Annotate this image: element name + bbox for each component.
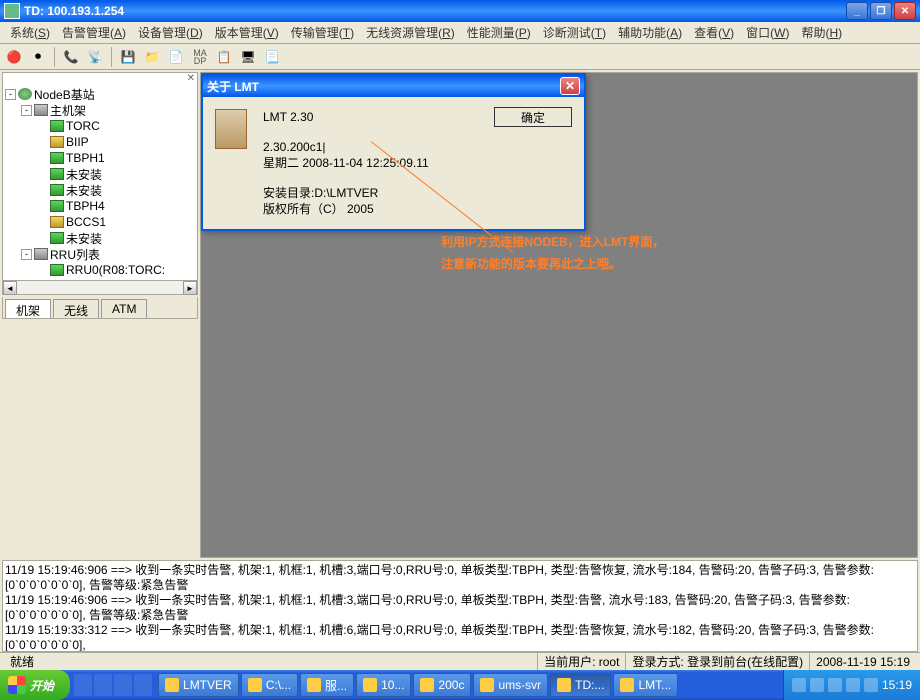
task-button[interactable]: TD:... — [550, 673, 611, 697]
menu-v[interactable]: 版本管理(V) — [209, 22, 285, 43]
about-install: 安装目录:D:\LMTVER — [263, 185, 572, 201]
start-button[interactable]: 开始 — [0, 670, 70, 700]
tree-tabs: 机架无线ATM — [2, 297, 198, 319]
tool-phone-icon[interactable]: 📞 — [61, 47, 81, 67]
tree-node[interactable]: TBPH4 — [5, 198, 195, 214]
tool-antenna-icon[interactable]: 📡 — [85, 47, 105, 67]
tree-node[interactable]: 未安装 — [5, 166, 195, 182]
tree-tab-无线[interactable]: 无线 — [53, 299, 99, 318]
content-pane: 关于 LMT ✕ LMT 2.30 2.30.200c1| 星期二 2008-1… — [200, 72, 918, 558]
task-button[interactable]: 200c — [413, 673, 471, 697]
ok-button[interactable]: 确定 — [494, 107, 572, 127]
about-version: 2.30.200c1| — [263, 139, 572, 155]
dialog-close-button[interactable]: ✕ — [560, 77, 580, 95]
tree-node[interactable]: 未安装 — [5, 230, 195, 246]
annotation-text: 利用IP方式连接NODEB，进入LMT界面， 注意新功能的版本要再此之上哦。 — [441, 231, 664, 275]
tree-node[interactable]: TORC — [5, 118, 195, 134]
tree-pane: ✕ -NodeB基站-主机架TORCBIIPTBPH1未安装未安装TBPH4BC… — [2, 72, 198, 295]
task-button[interactable]: LMT... — [613, 673, 678, 697]
menu-t[interactable]: 传输管理(T) — [285, 22, 360, 43]
task-button[interactable]: ums-svr — [473, 673, 548, 697]
task-button[interactable]: LMTVER — [158, 673, 239, 697]
minimize-button[interactable]: _ — [846, 2, 868, 20]
menu-r[interactable]: 无线资源管理(R) — [360, 22, 461, 43]
menu-a[interactable]: 辅助功能(A) — [612, 22, 688, 43]
windows-logo-icon — [8, 676, 26, 694]
app-icon — [4, 3, 20, 19]
tree-node[interactable]: BIIP — [5, 134, 195, 150]
tree-node[interactable]: -RRU列表 — [5, 246, 195, 262]
ql-icon[interactable] — [74, 674, 92, 696]
task-buttons: LMTVERC:\...服...10...200cums-svrTD:...LM… — [156, 673, 783, 697]
menu-a[interactable]: 告警管理(A) — [56, 22, 132, 43]
about-build: 星期二 2008-11-04 12:25:09.11 — [263, 155, 572, 171]
tool-page-icon[interactable]: 📃 — [262, 47, 282, 67]
restore-button[interactable]: ❐ — [870, 2, 892, 20]
tool-disconnect-icon[interactable]: 🔴 — [4, 47, 24, 67]
ql-icon[interactable] — [94, 674, 112, 696]
toolbar: 🔴 ⏺ 📞 📡 💾 📁 📄 MADP 📋 🖥 📃 — [0, 44, 920, 70]
status-user: 当前用户: root — [537, 653, 625, 670]
pane-close-icon[interactable]: ✕ — [3, 73, 197, 84]
app-title: TD: 100.193.1.254 — [24, 4, 846, 18]
log-line: 11/19 15:19:33:312 ==> 收到一条实时告警, 机架:1, 机… — [5, 623, 915, 652]
scroll-right[interactable]: ► — [183, 281, 197, 295]
log-pane[interactable]: 11/19 15:19:46:906 ==> 收到一条实时告警, 机架:1, 机… — [2, 560, 918, 652]
tool-disk-icon[interactable]: 💾 — [118, 47, 138, 67]
menu-p[interactable]: 性能测量(P) — [461, 22, 537, 43]
tree-tab-ATM[interactable]: ATM — [101, 299, 147, 318]
ql-icon[interactable] — [114, 674, 132, 696]
log-line: 11/19 15:19:46:906 ==> 收到一条实时告警, 机架:1, 机… — [5, 563, 915, 593]
tree-node[interactable]: -主机架 — [5, 102, 195, 118]
quick-launch — [70, 674, 156, 696]
menu-w[interactable]: 窗口(W) — [740, 22, 795, 43]
tool-folder-icon[interactable]: 📁 — [142, 47, 162, 67]
status-login: 登录方式: 登录到前台(在线配置) — [625, 653, 809, 670]
tool-clip-icon[interactable]: 📋 — [214, 47, 234, 67]
device-tree[interactable]: -NodeB基站-主机架TORCBIIPTBPH1未安装未安装TBPH4BCCS… — [3, 84, 197, 280]
tool-madp-icon[interactable]: MADP — [190, 47, 210, 67]
app-titlebar: TD: 100.193.1.254 _ ❐ ✕ — [0, 0, 920, 22]
menu-t[interactable]: 诊断测试(T) — [537, 22, 612, 43]
scroll-left[interactable]: ◄ — [3, 281, 17, 295]
tree-node[interactable]: RRU0(R08:TORC: — [5, 262, 195, 278]
log-line: 11/19 15:19:46:906 ==> 收到一条实时告警, 机架:1, 机… — [5, 593, 915, 623]
about-icon — [215, 109, 247, 149]
dialog-title: 关于 LMT — [207, 78, 560, 95]
taskbar: 开始 LMTVERC:\...服...10...200cums-svrTD:..… — [0, 670, 920, 700]
task-button[interactable]: 服... — [300, 673, 354, 697]
tree-tab-机架[interactable]: 机架 — [5, 299, 51, 318]
menu-d[interactable]: 设备管理(D) — [132, 22, 209, 43]
scroll-track[interactable] — [17, 281, 183, 294]
ql-icon[interactable] — [134, 674, 152, 696]
tree-node[interactable]: BCCS1 — [5, 214, 195, 230]
menu-v[interactable]: 查看(V) — [688, 22, 740, 43]
statusbar: 就绪 当前用户: root 登录方式: 登录到前台(在线配置) 2008-11-… — [0, 652, 920, 670]
menubar: 系统(S)告警管理(A)设备管理(D)版本管理(V)传输管理(T)无线资源管理(… — [0, 22, 920, 44]
status-time: 2008-11-19 15:19 — [809, 653, 916, 670]
task-button[interactable]: 10... — [356, 673, 411, 697]
close-button[interactable]: ✕ — [894, 2, 916, 20]
menu-s[interactable]: 系统(S) — [4, 22, 56, 43]
system-tray[interactable]: 15:19 — [783, 670, 920, 700]
about-dialog: 关于 LMT ✕ LMT 2.30 2.30.200c1| 星期二 2008-1… — [201, 73, 586, 231]
tool-server-icon[interactable]: 🖥 — [238, 47, 258, 67]
menu-h[interactable]: 帮助(H) — [795, 22, 848, 43]
tree-node[interactable]: TBPH1 — [5, 150, 195, 166]
tool-doc-icon[interactable]: 📄 — [166, 47, 186, 67]
status-ready: 就绪 — [4, 653, 537, 670]
tree-node[interactable]: 未安装 — [5, 182, 195, 198]
task-button[interactable]: C:\... — [241, 673, 298, 697]
tool-record-icon[interactable]: ⏺ — [28, 47, 48, 67]
about-copyright: 版权所有（C） 2005 — [263, 201, 572, 217]
tree-node[interactable]: -NodeB基站 — [5, 86, 195, 102]
